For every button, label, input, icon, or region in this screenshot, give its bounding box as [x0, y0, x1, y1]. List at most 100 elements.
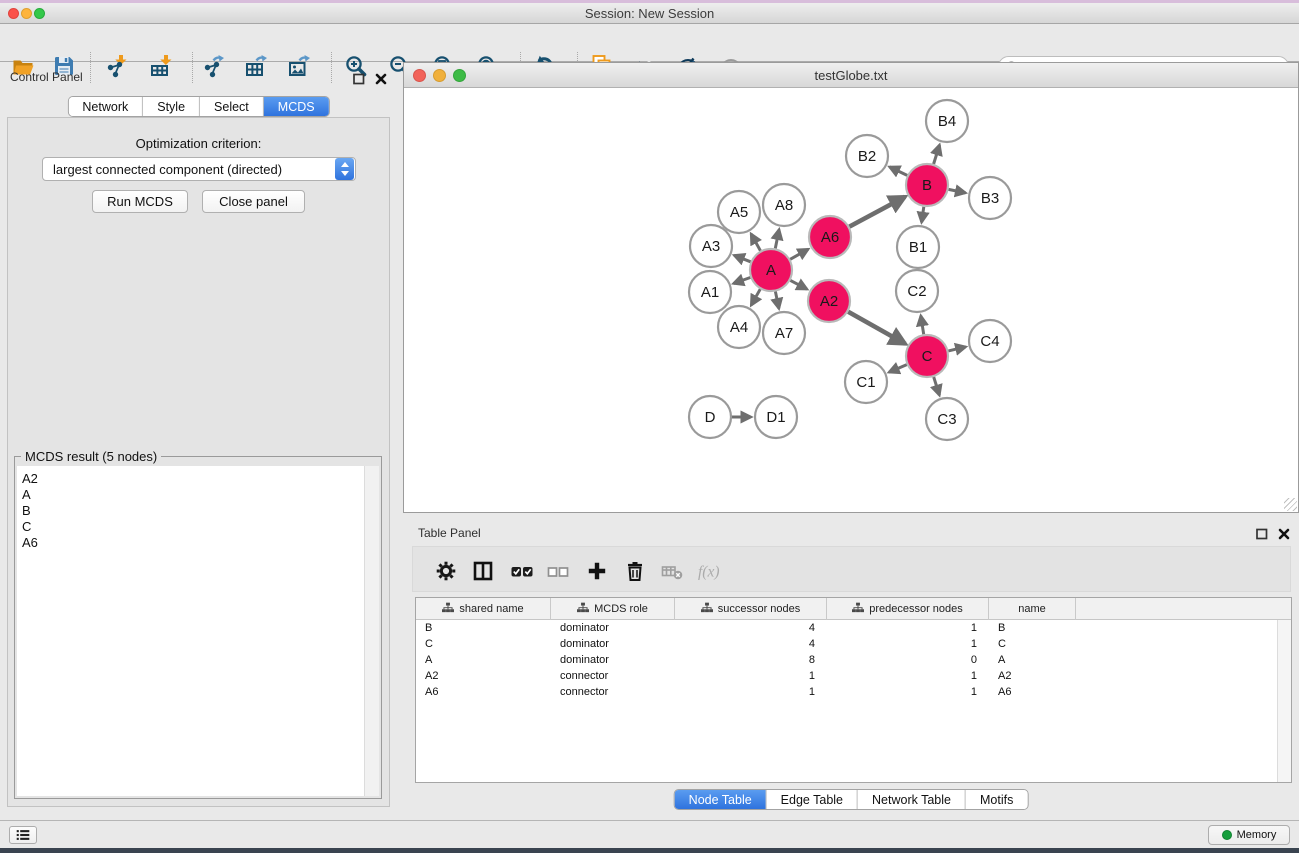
graph-edge-A2-C[interactable]	[848, 312, 905, 344]
svg-text:C3: C3	[937, 411, 956, 428]
graph-edge-C-C2[interactable]	[921, 316, 924, 335]
column-header-name[interactable]: name	[989, 598, 1076, 620]
column-header-successor-nodes[interactable]: successor nodes	[675, 598, 827, 620]
graph-edge-B-B1[interactable]	[922, 207, 924, 223]
graph-edge-A-A5[interactable]	[751, 234, 760, 251]
graph-node-B[interactable]: B	[906, 164, 948, 206]
table-row[interactable]: Adominator80A	[416, 652, 1276, 668]
graph-node-C3[interactable]: C3	[926, 398, 968, 440]
node-table-scrollbar[interactable]	[1277, 620, 1291, 782]
graph-edge-A-A1[interactable]	[734, 278, 751, 284]
control-tab-select[interactable]: Select	[200, 97, 264, 116]
graph-edge-A-A8[interactable]	[775, 230, 779, 249]
mcds-result-item[interactable]: A2	[17, 471, 364, 487]
graph-node-C4[interactable]: C4	[969, 320, 1011, 362]
graph-edge-B-B2[interactable]	[890, 167, 908, 176]
graph-node-A5[interactable]: A5	[718, 191, 760, 233]
column-header-MCDS-role[interactable]: MCDS role	[551, 598, 675, 620]
show-columns-button[interactable]	[470, 560, 496, 586]
delete-columns-button[interactable]	[622, 560, 648, 586]
svg-text:C4: C4	[980, 333, 999, 350]
network-graph-canvas[interactable]: A A1 A2 A3 A4 A5 A6 A7 A8 B B1 B2 B3B4 C C1 C2 C3 C4 D D1	[404, 88, 1298, 512]
graph-node-A2[interactable]: A2	[808, 280, 850, 322]
graph-edge-A-A3[interactable]	[734, 255, 750, 261]
svg-text:A5: A5	[730, 204, 748, 221]
graph-node-C[interactable]: C	[906, 335, 948, 377]
select-all-button[interactable]	[509, 560, 535, 586]
graph-edge-C-C3[interactable]	[934, 377, 940, 395]
graph-edge-A-A4[interactable]	[751, 289, 760, 305]
close-panel-icon[interactable]	[374, 72, 388, 86]
graph-edge-A-A6[interactable]	[790, 249, 808, 259]
graph-node-B2[interactable]: B2	[846, 135, 888, 177]
graph-node-A8[interactable]: A8	[763, 184, 805, 226]
graph-node-A[interactable]: A	[750, 249, 792, 291]
memory-button[interactable]: Memory	[1208, 825, 1290, 845]
svg-text:A2: A2	[820, 293, 838, 310]
graph-edge-A-A7[interactable]	[775, 292, 779, 309]
graph-node-B4[interactable]: B4	[926, 100, 968, 142]
function-builder-icon: f(x)	[697, 559, 721, 588]
table-row[interactable]: A2connector11A2	[416, 668, 1276, 684]
mcds-result-item[interactable]: A6	[17, 535, 364, 551]
table-tab-node-table[interactable]: Node Table	[675, 790, 767, 809]
graph-node-A6[interactable]: A6	[809, 216, 851, 258]
table-row[interactable]: Bdominator41B	[416, 620, 1276, 636]
control-tab-mcds[interactable]: MCDS	[264, 97, 329, 116]
mcds-result-groupbox: MCDS result (5 nodes) A2ABCA6	[14, 456, 382, 799]
svg-text:A7: A7	[775, 325, 793, 342]
table-row[interactable]: Cdominator41C	[416, 636, 1276, 652]
control-panel-title: Control Panel	[10, 70, 83, 84]
table-row[interactable]: A6connector11A6	[416, 684, 1276, 700]
close-panel-button[interactable]: Close panel	[202, 190, 305, 213]
graph-node-B1[interactable]: B1	[897, 226, 939, 268]
table-settings-icon	[434, 559, 458, 588]
svg-text:f(x): f(x)	[698, 563, 720, 580]
window-resize-grip[interactable]	[1284, 498, 1297, 511]
column-header-predecessor-nodes[interactable]: predecessor nodes	[827, 598, 989, 620]
column-type-icon	[577, 602, 589, 616]
table-tab-network-table[interactable]: Network Table	[858, 790, 966, 809]
graph-edge-B-B3[interactable]	[949, 189, 966, 193]
table-tab-edge-table[interactable]: Edge Table	[767, 790, 858, 809]
control-tab-style[interactable]: Style	[143, 97, 200, 116]
float-panel-icon[interactable]	[352, 72, 366, 86]
graph-node-D[interactable]: D	[689, 396, 731, 438]
optimization-criterion-label: Optimization criterion:	[0, 136, 397, 151]
select-stepper-icon	[335, 158, 354, 180]
graph-node-A7[interactable]: A7	[763, 312, 805, 354]
graph-node-D1[interactable]: D1	[755, 396, 797, 438]
graph-node-A1[interactable]: A1	[689, 271, 731, 313]
table-tab-motifs[interactable]: Motifs	[966, 790, 1027, 809]
task-history-button[interactable]	[9, 826, 37, 844]
graph-edge-A-A2[interactable]	[790, 280, 807, 289]
svg-text:A1: A1	[701, 284, 719, 301]
mcds-result-scrollbar[interactable]	[364, 466, 379, 796]
float-panel-icon[interactable]	[1255, 527, 1269, 541]
run-mcds-button[interactable]: Run MCDS	[92, 190, 188, 213]
table-settings-button[interactable]	[433, 560, 459, 586]
graph-edge-C-C4[interactable]	[948, 347, 965, 351]
column-header-shared-name[interactable]: shared name	[416, 598, 551, 620]
mcds-result-list[interactable]: A2ABCA6	[17, 466, 364, 796]
graph-node-A3[interactable]: A3	[690, 225, 732, 267]
table-panel-title: Table Panel	[418, 526, 481, 540]
status-bar: Memory	[0, 820, 1299, 848]
optimization-criterion-select[interactable]: largest connected component (directed)	[42, 157, 356, 181]
graph-node-B3[interactable]: B3	[969, 177, 1011, 219]
add-column-button[interactable]	[584, 560, 610, 586]
graph-edge-C-C1[interactable]	[889, 365, 907, 373]
close-panel-icon[interactable]	[1277, 527, 1291, 541]
graph-edge-A6-B[interactable]	[849, 197, 905, 227]
control-tab-network[interactable]: Network	[68, 97, 143, 116]
select-all-icon	[510, 559, 534, 588]
mcds-result-item[interactable]: C	[17, 519, 364, 535]
mcds-result-item[interactable]: A	[17, 487, 364, 503]
graph-node-C1[interactable]: C1	[845, 361, 887, 403]
mcds-result-item[interactable]: B	[17, 503, 364, 519]
optimization-criterion-value: largest connected component (directed)	[43, 162, 335, 177]
graph-node-C2[interactable]: C2	[896, 270, 938, 312]
graph-node-A4[interactable]: A4	[718, 306, 760, 348]
graph-edge-B-B4[interactable]	[934, 145, 940, 164]
deselect-all-button[interactable]	[545, 560, 571, 586]
